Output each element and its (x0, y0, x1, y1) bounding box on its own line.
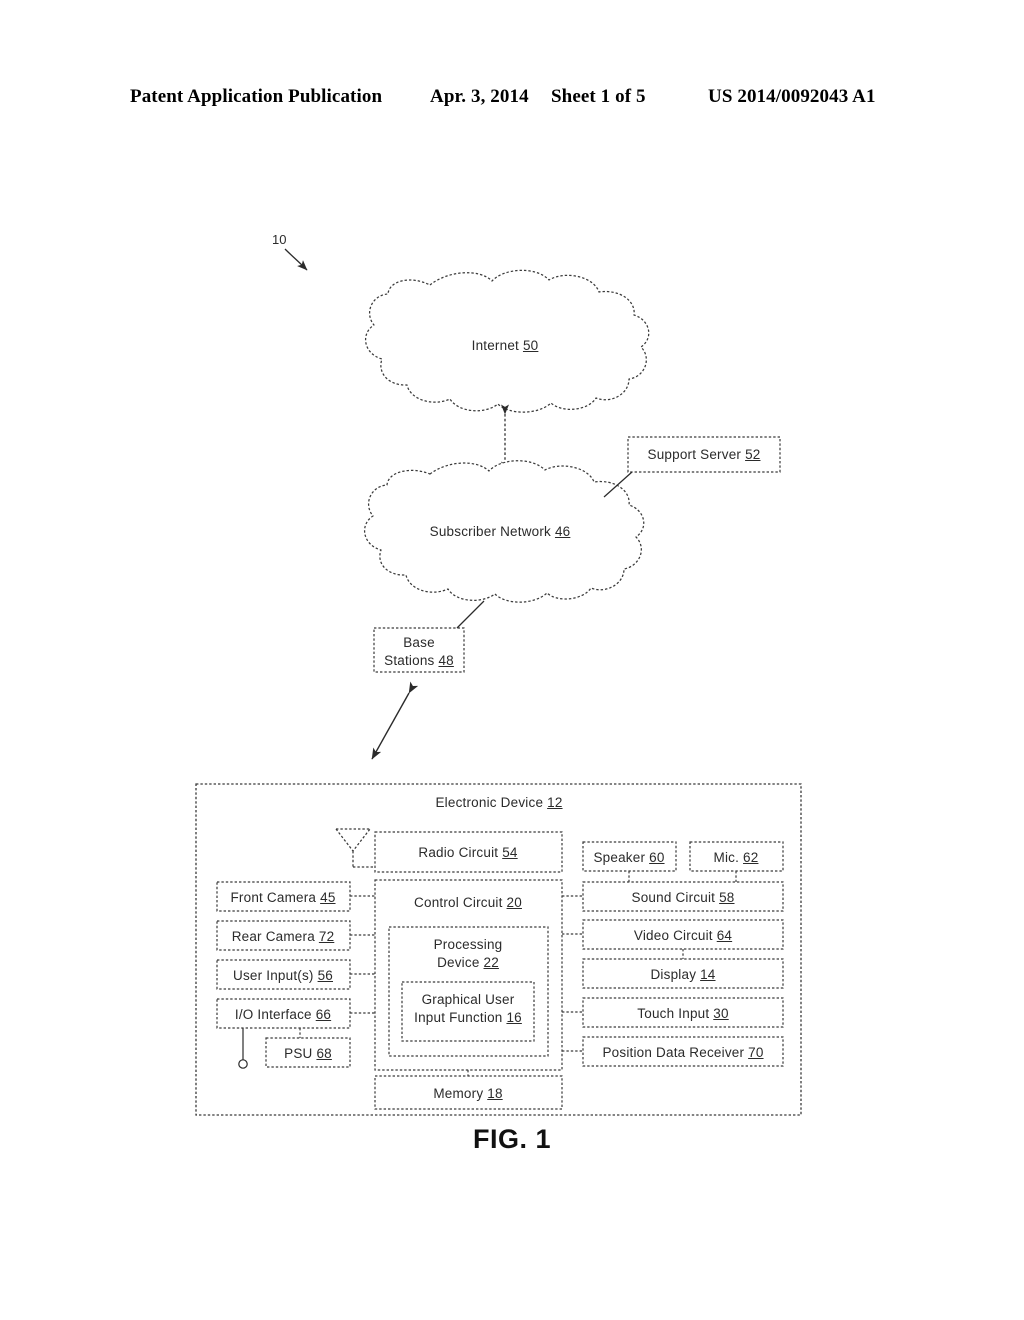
base-stations-device-link-arrow (371, 681, 419, 760)
front-camera-label: Front Camera 45 (230, 890, 336, 905)
system-reference-leader (284, 248, 308, 271)
figure-1-diagram: 10 Internet 50 Subscriber Network 46 Sup… (0, 0, 1024, 1320)
radio-circuit-label: Radio Circuit 54 (418, 845, 518, 860)
touch-input-label: Touch Input 30 (637, 1006, 729, 1021)
control-circuit-label: Control Circuit 20 (414, 895, 522, 910)
support-server-label: Support Server 52 (647, 447, 761, 462)
io-interface-label: I/O Interface 66 (234, 1007, 332, 1022)
memory-label: Memory 18 (433, 1086, 503, 1101)
electronic-device-title: Electronic Device 12 (435, 795, 563, 810)
processing-device-label: Processing Device 22 (433, 937, 503, 970)
figure-caption: FIG. 1 (472, 1124, 552, 1154)
figure-vector-layer (195, 248, 802, 1116)
mic-label: Mic. 62 (713, 850, 759, 865)
rear-camera-label: Rear Camera 72 (231, 929, 335, 944)
display-label: Display 14 (650, 967, 716, 982)
position-data-receiver-label: Position Data Receiver 70 (602, 1045, 764, 1060)
video-circuit-label: Video Circuit 64 (633, 928, 733, 943)
psu-label: PSU 68 (284, 1046, 332, 1061)
sound-circuit-label: Sound Circuit 58 (631, 890, 735, 905)
speaker-label: Speaker 60 (593, 850, 665, 865)
graphical-user-input-function-label: Graphical User Input Function 16 (414, 992, 522, 1025)
user-inputs-label: User Input(s) 56 (233, 968, 333, 983)
internet-cloud-label: Internet 50 (471, 338, 539, 353)
subscriber-network-cloud-label: Subscriber Network 46 (429, 524, 571, 539)
system-reference-numeral: 10 (272, 232, 287, 247)
base-stations-label: Base Stations 48 (384, 635, 454, 668)
